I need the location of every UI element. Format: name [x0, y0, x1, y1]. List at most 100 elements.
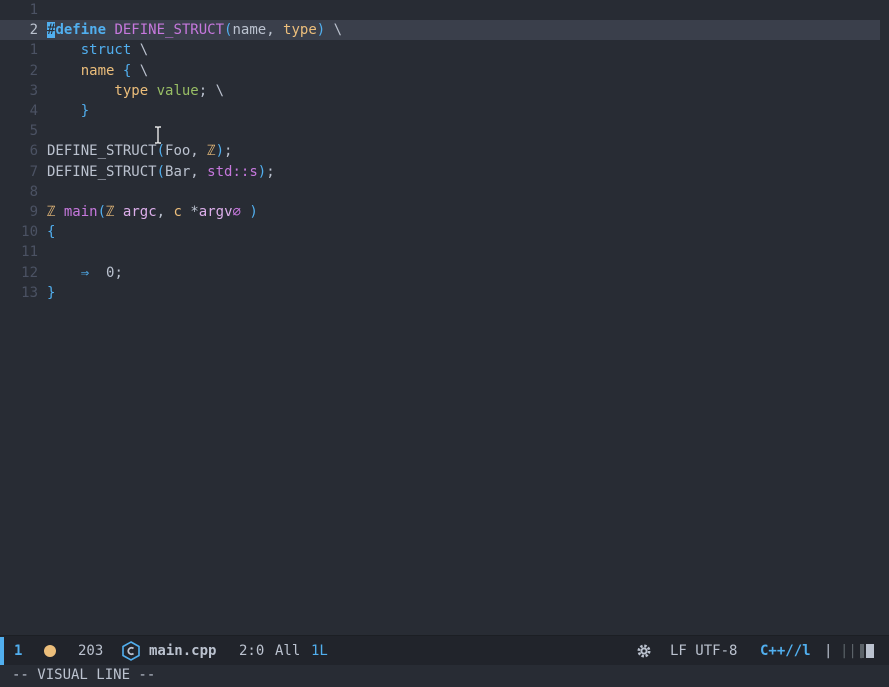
code-token: name	[47, 62, 115, 79]
code-token: \	[325, 22, 343, 39]
code-line[interactable]: 1 struct \	[0, 40, 880, 60]
line-number: 13	[21, 284, 38, 301]
line-number: 12	[21, 264, 38, 281]
code-line[interactable]: 12 ⇒ 0;	[0, 263, 880, 283]
selection-info: 1L	[311, 643, 328, 659]
major-mode[interactable]: C++//l	[760, 642, 811, 660]
line-number: 9	[29, 204, 38, 220]
line-number: 1	[29, 2, 38, 18]
text-cursor-ibeam-icon	[155, 126, 161, 144]
mode-line-separator: |	[824, 643, 833, 659]
scroll-position: All	[275, 643, 301, 659]
editor-pane[interactable]: 1 2 #define DEFINE_STRUCT(name, type) \ 1 s…	[0, 0, 889, 635]
code-token: 0;	[89, 264, 123, 281]
code-token: name	[232, 22, 267, 39]
code-token: Bar,	[165, 163, 208, 180]
scrollbar-indicator	[860, 644, 874, 663]
code-token: {	[47, 224, 56, 241]
code-line[interactable]: 3 type value; \	[0, 81, 880, 101]
code-text: struct \	[47, 40, 148, 60]
c-plus-plus-icon	[122, 641, 140, 666]
code-text: ⇒ 0;	[47, 263, 123, 283]
line-number: 8	[29, 183, 38, 200]
code-token: *	[181, 204, 199, 220]
code-token: DEFINE_STRUCT	[47, 143, 157, 160]
code-token: ,	[266, 22, 284, 39]
line-number: 10	[21, 224, 38, 241]
cursor-position: 2:0	[239, 643, 265, 659]
code-token: DEFINE_STRUCT	[47, 163, 157, 180]
code-token: c	[173, 204, 182, 220]
code-token: ∅	[232, 204, 241, 220]
evil-state-message: -- VISUAL LINE --	[12, 667, 156, 683]
code-token: type	[283, 22, 317, 39]
code-token: value	[156, 82, 199, 99]
code-token: ⇒	[47, 264, 90, 281]
echo-area: -- VISUAL LINE --	[0, 665, 889, 687]
code-text: name { \	[47, 61, 148, 81]
mode-line: 1 203 main.cpp 2:0 All 1L LF UTF-8 C++//…	[0, 635, 889, 666]
code-text: }	[47, 283, 55, 303]
encoding[interactable]: LF UTF-8	[670, 642, 737, 660]
code-line[interactable]: 2 name { \	[0, 61, 880, 81]
code-line[interactable]: 11	[0, 242, 880, 262]
gear-icon[interactable]	[635, 642, 653, 665]
code-token: ;	[266, 163, 275, 180]
line-number: 7	[29, 163, 38, 180]
code-token: )	[215, 143, 225, 160]
code-token: (	[156, 163, 166, 180]
code-token: main	[63, 204, 98, 220]
buffer-size: 203	[78, 643, 104, 659]
code-token: ;	[224, 143, 233, 160]
code-token: \	[131, 62, 149, 79]
code-line[interactable]: 8	[0, 182, 880, 202]
code-line[interactable]: 7 DEFINE_STRUCT(Bar, std::s);	[0, 162, 880, 182]
line-number: 3	[29, 82, 38, 99]
code-token: )	[257, 163, 267, 180]
code-token: argc	[122, 204, 157, 220]
code-token: ; \	[198, 82, 225, 99]
line-number: 2	[29, 62, 38, 79]
code-text: #define DEFINE_STRUCT(name, type) \	[47, 20, 342, 40]
code-token: ,	[156, 204, 174, 220]
code-line[interactable]: 4 }	[0, 101, 880, 121]
window-number: 1	[14, 643, 23, 659]
modified-dot-icon	[44, 644, 56, 662]
code-token: std::s	[207, 163, 258, 180]
line-number: 4	[29, 103, 38, 119]
code-text: ℤ main(ℤ argc, c *argv∅ )	[47, 202, 258, 222]
line-number: 2	[29, 22, 38, 39]
code-text: {	[47, 222, 55, 242]
code-token: type	[47, 82, 149, 99]
code-line[interactable]: 9 ℤ main(ℤ argc, c *argv∅ )	[0, 202, 880, 222]
code-token: }	[47, 103, 90, 119]
code-text: DEFINE_STRUCT(Bar, std::s);	[47, 162, 275, 182]
code-token: argv	[198, 204, 233, 220]
code-token: )	[316, 22, 326, 39]
code-line[interactable]: 1	[0, 0, 880, 20]
code-token: (	[156, 143, 166, 160]
code-text: }	[47, 101, 89, 121]
code-line[interactable]: 13}	[0, 283, 880, 303]
code-token: struct	[47, 42, 132, 59]
buffer-name[interactable]: main.cpp	[149, 642, 216, 660]
code-line[interactable]: 2 #define DEFINE_STRUCT(name, type) \	[0, 20, 880, 41]
code-text: type value; \	[47, 81, 224, 101]
code-line[interactable]: 6 DEFINE_STRUCT(Foo, ℤ);	[0, 141, 880, 161]
code-token: ℤ	[207, 143, 216, 160]
code-token: \	[131, 42, 149, 59]
code-line[interactable]: 5	[0, 121, 880, 141]
code-token: DEFINE_STRUCT	[114, 22, 225, 39]
code-text: DEFINE_STRUCT(Foo, ℤ);	[47, 141, 232, 161]
code-line[interactable]: 10 {	[0, 222, 880, 242]
code-token: )	[240, 204, 258, 220]
code-token: }	[47, 284, 56, 301]
line-number: 1	[29, 42, 38, 59]
line-number: 6	[29, 143, 38, 160]
code-token: Foo,	[165, 143, 208, 160]
code-token: (	[97, 204, 107, 220]
